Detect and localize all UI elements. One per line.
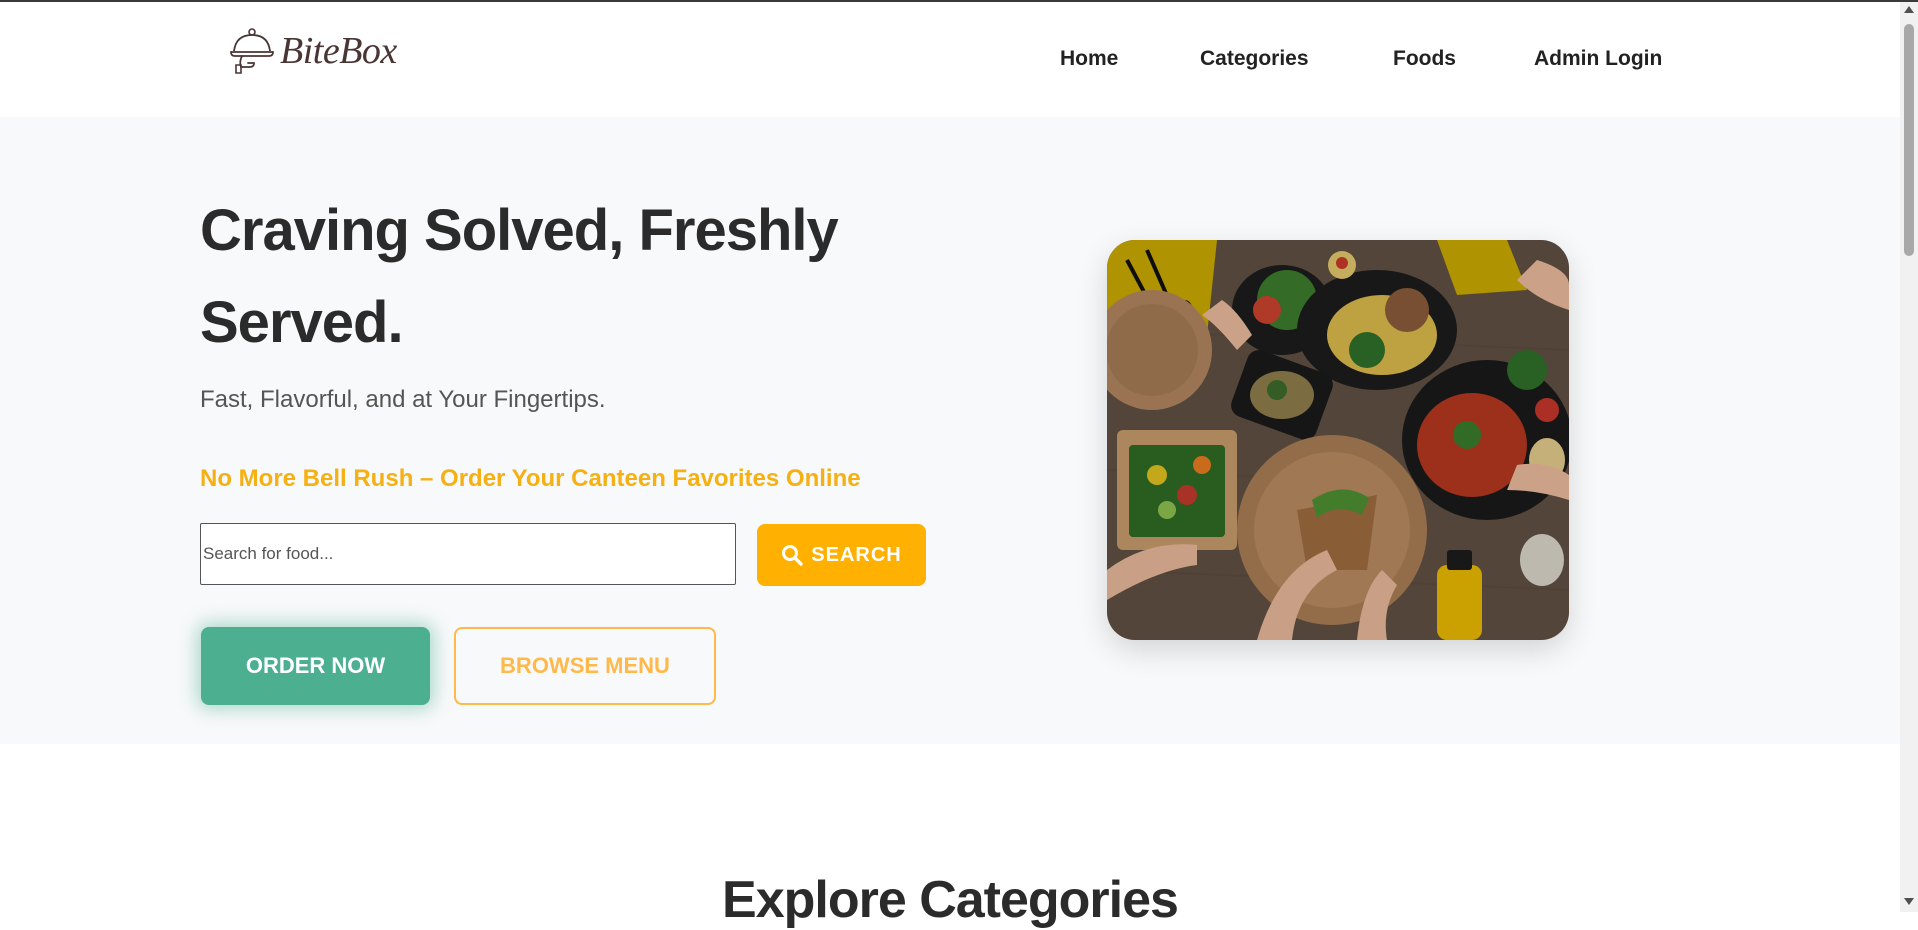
scrollbar-thumb[interactable] (1904, 24, 1914, 256)
navbar: BiteBox Home Categories Foods Admin Logi… (0, 2, 1900, 117)
nav-admin-login-link[interactable]: Admin Login (1534, 47, 1662, 71)
food-spread-photo (1107, 240, 1569, 640)
browse-menu-button[interactable]: BROWSE MENU (454, 627, 716, 705)
hero-tagline: No More Bell Rush – Order Your Canteen F… (200, 465, 861, 492)
nav-foods-link[interactable]: Foods (1393, 47, 1456, 71)
nav-home-link[interactable]: Home (1060, 47, 1118, 71)
search-input[interactable] (200, 523, 736, 585)
cloche-icon (230, 28, 274, 74)
brand-name: BiteBox (280, 30, 397, 72)
hero-subtitle: Fast, Flavorful, and at Your Fingertips. (200, 386, 606, 413)
page-scrollbar[interactable] (1900, 2, 1918, 912)
explore-categories-title: Explore Categories (722, 871, 1179, 929)
hero-food-image (1107, 240, 1569, 640)
search-button[interactable]: SEARCH (757, 524, 926, 586)
order-now-button[interactable]: ORDER NOW (201, 627, 430, 705)
brand-logo[interactable]: BiteBox (228, 26, 397, 76)
search-icon (782, 545, 803, 566)
search-button-label: SEARCH (811, 543, 902, 566)
hero-section: Craving Solved, Freshly Served. Fast, Fl… (0, 117, 1900, 744)
nav-categories-link[interactable]: Categories (1200, 47, 1309, 71)
scroll-down-arrow-icon[interactable] (1904, 898, 1914, 905)
scroll-up-arrow-icon[interactable] (1904, 6, 1914, 13)
hero-title: Craving Solved, Freshly Served. (200, 198, 839, 355)
